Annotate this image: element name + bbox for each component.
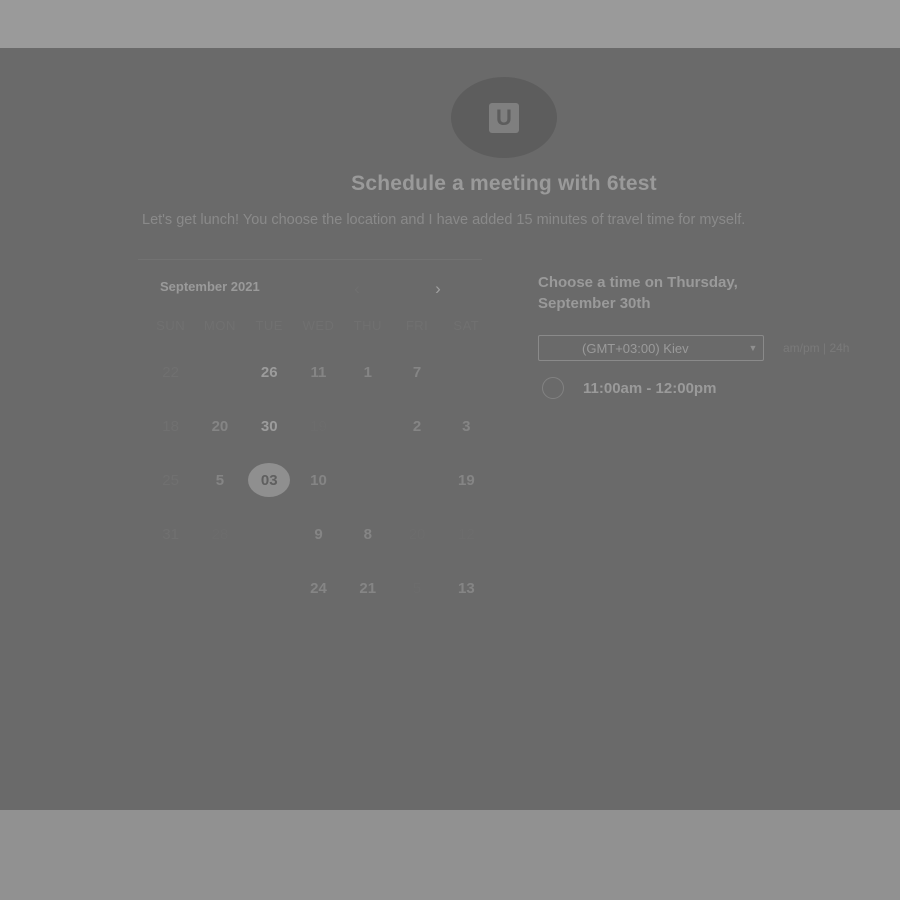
calendar-grid: 22 26 11 1 7 18 20 30 19 2 3 25 5 03 10 19 31 28 9 8 20 12 24 2…: [146, 345, 491, 615]
calendar-day[interactable]: 24: [294, 567, 343, 609]
calendar-day-number: 21: [359, 579, 377, 597]
calendar-day-number: 22: [162, 363, 179, 381]
calendar-day: 12: [442, 513, 491, 555]
calendar-day-number: 19: [310, 417, 327, 435]
avatar: U: [451, 77, 557, 158]
time-slot-label: 11:00am - 12:00pm: [583, 379, 717, 397]
calendar-day-number: 11: [310, 363, 327, 381]
calendar-day[interactable]: 2: [392, 405, 441, 447]
calendar-day[interactable]: 5: [195, 459, 244, 501]
calendar-day[interactable]: 11: [294, 351, 343, 393]
calendar-day-number: 28: [211, 525, 229, 543]
weekday-label: THU: [353, 318, 382, 333]
calendar-day: 19: [294, 405, 343, 447]
calendar-week: 25 5 03 10 19: [146, 453, 491, 507]
weekday-label: FRI: [405, 318, 429, 333]
calendar-week: 24 21 5 13: [146, 561, 491, 615]
calendar-day-number: 20: [408, 525, 426, 543]
calendar-day[interactable]: 22: [146, 351, 195, 393]
calendar-week: 31 28 9 8 20 12: [146, 507, 491, 561]
divider: [138, 259, 482, 260]
calendar-day-number: 2: [412, 417, 422, 435]
time-slot[interactable]: 11:00am - 12:00pm: [542, 377, 716, 399]
calendar-day: 28: [195, 513, 244, 555]
event-description: Let's get lunch! You choose the location…: [142, 212, 746, 228]
weekday-label: TUE: [255, 318, 283, 333]
next-month-button[interactable]: ›: [428, 279, 448, 299]
calendar-day[interactable]: 8: [343, 513, 392, 555]
calendar-day-number: 30: [260, 417, 278, 435]
calendar-day-number: 26: [260, 363, 278, 381]
timezone-select[interactable]: (GMT+03:00) Kiev ▼: [538, 335, 764, 361]
calendar-day[interactable]: 3: [442, 405, 491, 447]
calendar-day[interactable]: 25: [146, 459, 195, 501]
calendar-day[interactable]: 20: [195, 405, 244, 447]
calendar-day-number: 13: [457, 579, 475, 597]
timezone-value: (GMT+03:00) Kiev: [582, 340, 689, 356]
avatar-logo-icon: U: [489, 102, 519, 133]
calendar-day[interactable]: 13: [442, 567, 491, 609]
calendar-day-number: 9: [314, 525, 323, 543]
calendar-day: [343, 405, 392, 447]
calendar-day: [343, 459, 392, 501]
calendar-day-number: 7: [412, 363, 422, 381]
calendar-day-number: 18: [162, 417, 179, 435]
top-band: [0, 0, 900, 48]
calendar-day: 20: [392, 513, 441, 555]
time-heading: Choose a time on Thursday, September 30t…: [538, 274, 738, 312]
calendar-day-number: 8: [363, 525, 372, 543]
calendar-day-number: 31: [162, 525, 179, 543]
calendar-day-number: 24: [310, 579, 327, 597]
calendar-day: [392, 459, 441, 501]
radio-button[interactable]: [542, 377, 564, 399]
calendar-day: [245, 567, 294, 609]
weekday-label: MON: [204, 318, 236, 333]
calendar-day-selected[interactable]: 03: [245, 459, 294, 501]
calendar-day[interactable]: 26: [245, 351, 294, 393]
calendar-day-number: 10: [310, 471, 327, 489]
calendar-day-number: 19: [457, 471, 475, 489]
calendar-day-number: 1: [363, 363, 372, 381]
calendar-day: [195, 567, 244, 609]
prev-month-button[interactable]: ‹: [347, 279, 367, 299]
calendar-day[interactable]: 18: [146, 405, 195, 447]
calendar-day-number: 12: [457, 525, 475, 543]
calendar-day: 5: [392, 567, 441, 609]
calendar-day-number: 03: [248, 463, 291, 497]
calendar-day: [195, 351, 244, 393]
calendar-day-number: 3: [462, 417, 471, 435]
weekday-header: SUN MON TUE WED THU FRI SAT: [146, 318, 491, 333]
calendar-day[interactable]: 21: [343, 567, 392, 609]
month-label: September 2021: [160, 279, 260, 294]
weekday-label: WED: [302, 318, 335, 333]
bottom-band: [0, 810, 900, 900]
calendar-day[interactable]: 1: [343, 351, 392, 393]
calendar-day-number: 25: [162, 471, 179, 489]
calendar-day-number: 5: [412, 579, 422, 597]
chevron-down-icon: ▼: [748, 343, 758, 353]
calendar-day[interactable]: 9: [294, 513, 343, 555]
calendar-day-number: 5: [215, 471, 225, 489]
weekday-label: SUN: [156, 318, 186, 333]
weekday-label: SAT: [453, 318, 480, 333]
calendar-week: 18 20 30 19 2 3: [146, 399, 491, 453]
calendar-day[interactable]: 7: [392, 351, 441, 393]
calendar-day: [245, 513, 294, 555]
calendar-day[interactable]: 31: [146, 513, 195, 555]
calendar-day[interactable]: 19: [442, 459, 491, 501]
calendar-day: [146, 567, 195, 609]
calendar-day-number: 20: [211, 417, 229, 435]
calendar-week: 22 26 11 1 7: [146, 345, 491, 399]
calendar-day[interactable]: 10: [294, 459, 343, 501]
calendar-day: [442, 351, 491, 393]
calendar-day[interactable]: 30: [245, 405, 294, 447]
page-title: Schedule a meeting with 6test: [351, 172, 657, 195]
time-format-toggle[interactable]: am/pm | 24h: [783, 341, 849, 355]
